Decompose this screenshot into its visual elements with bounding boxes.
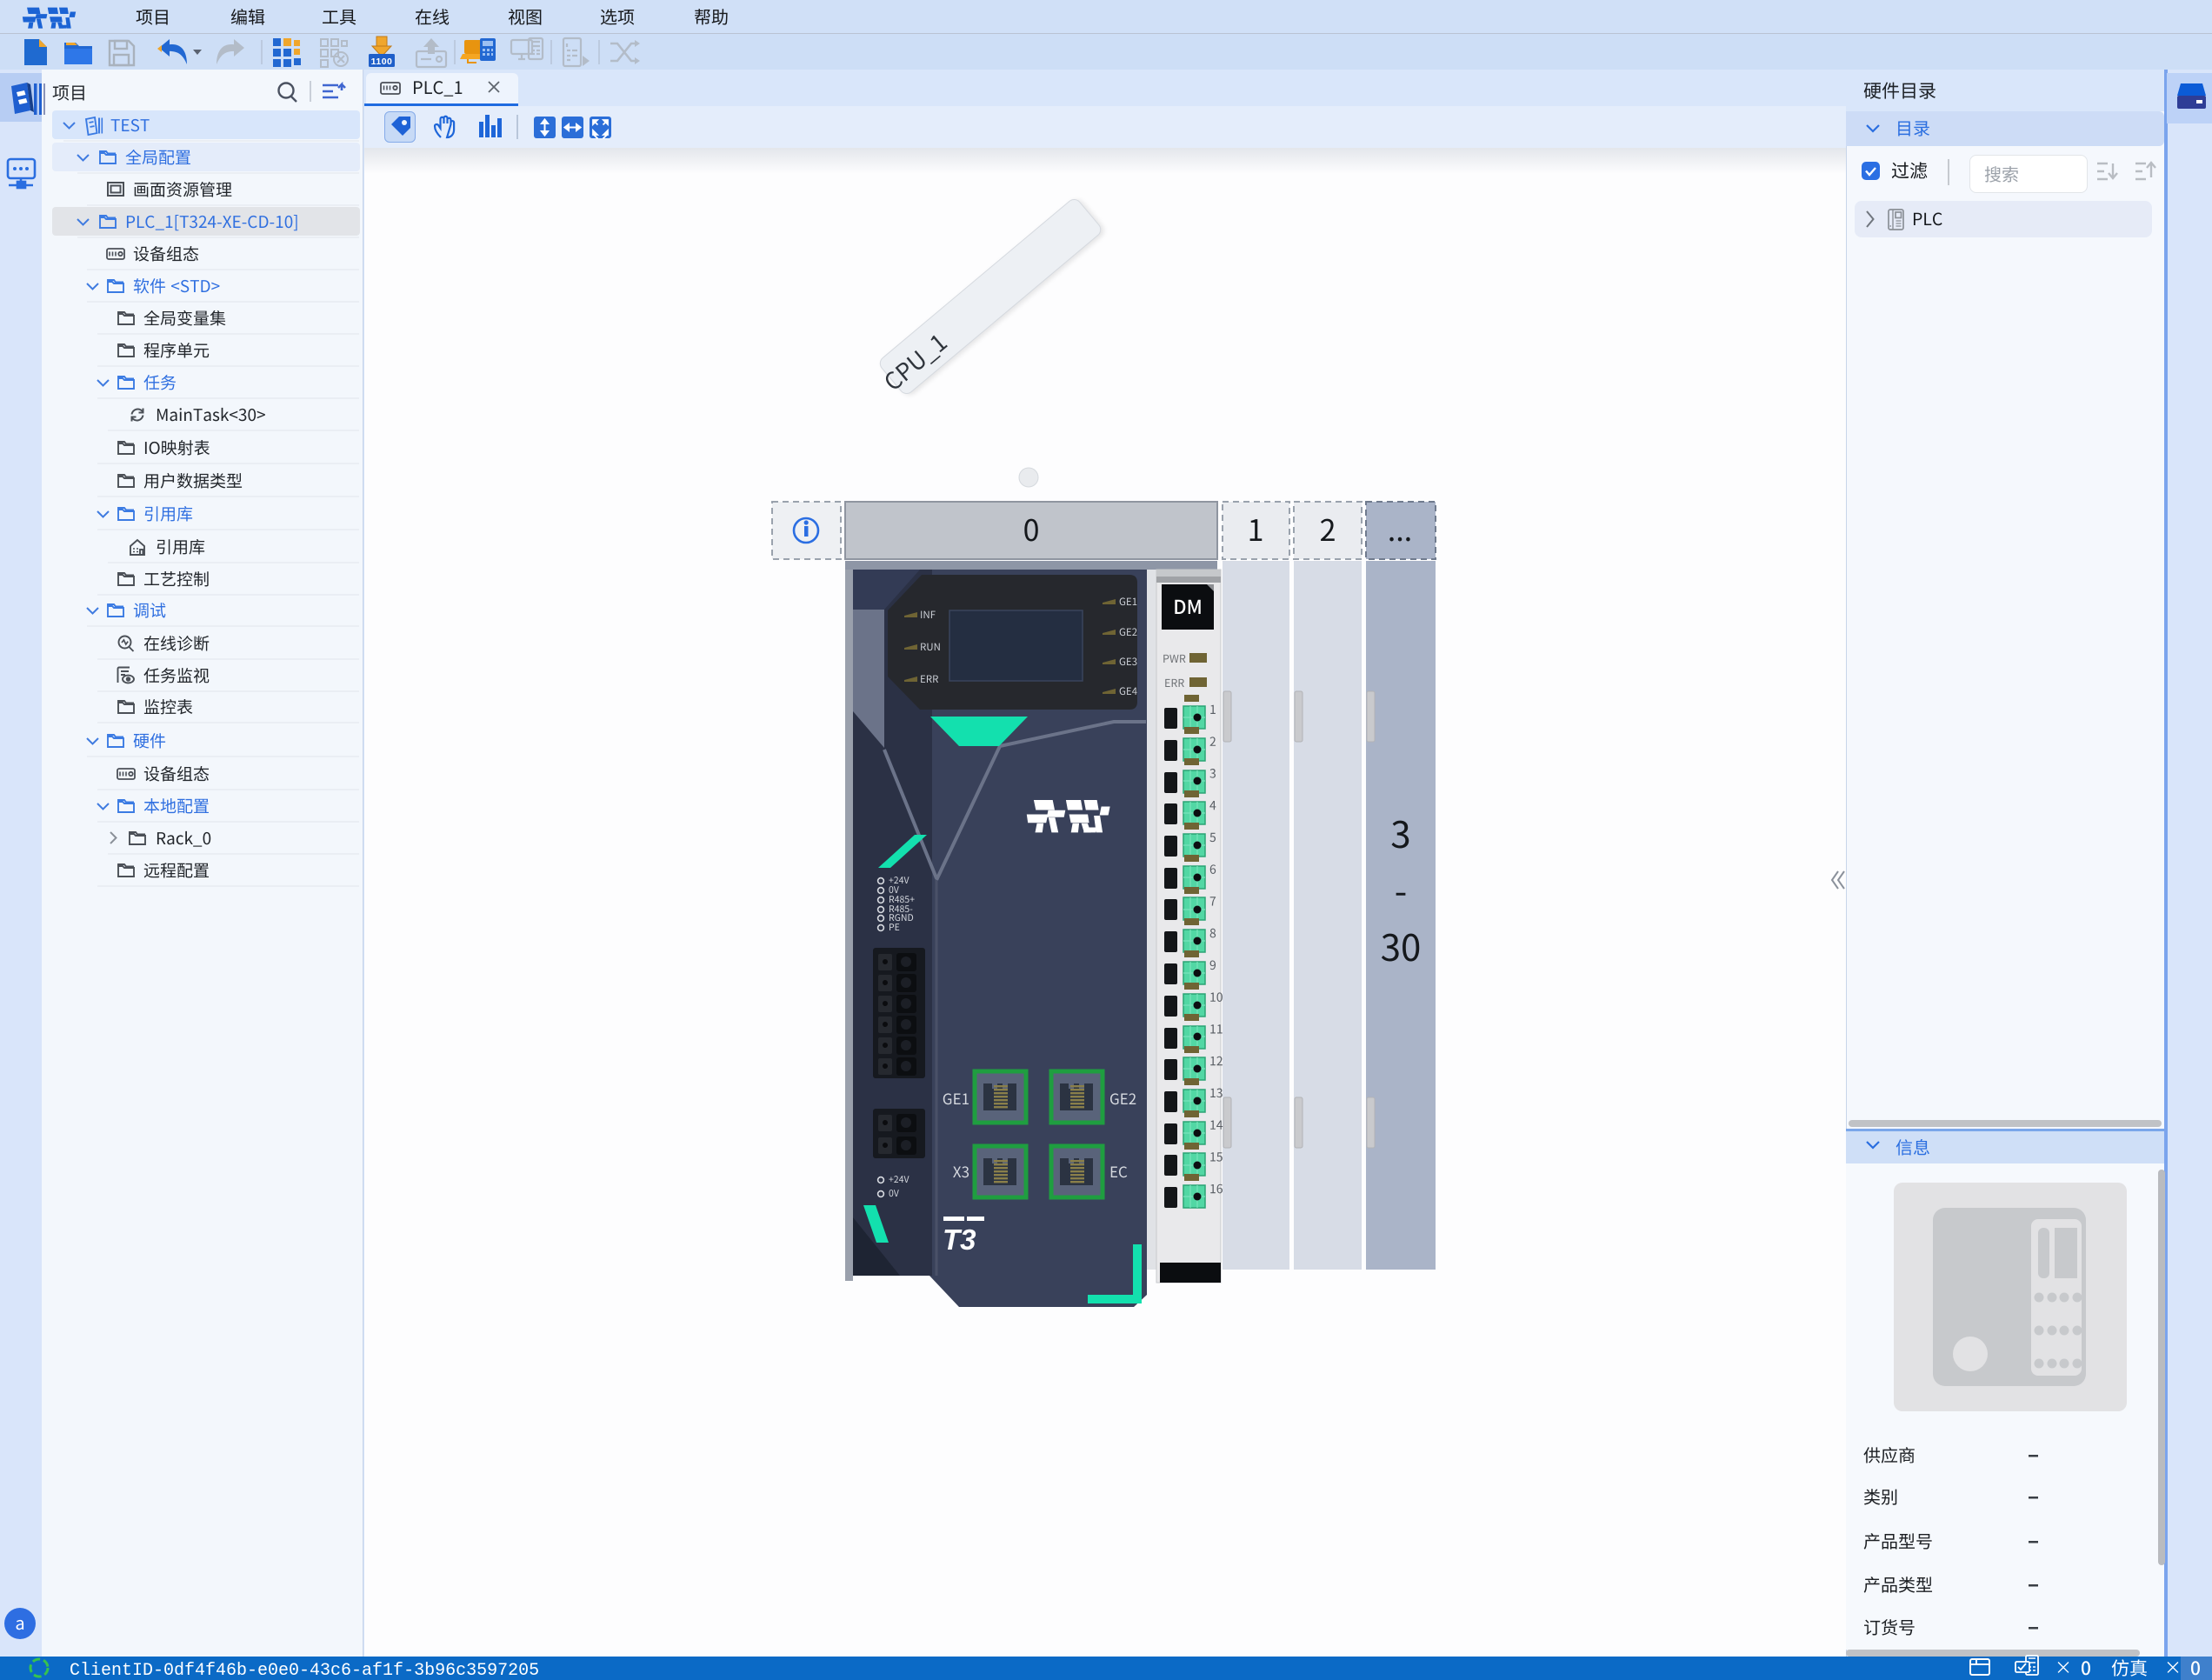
- svg-text:ClientID-0df4f46b-e0e0-43c6-af: ClientID-0df4f46b-e0e0-43c6-af1f-3b96c35…: [70, 1661, 539, 1680]
- svg-text:1100: 1100: [371, 57, 393, 67]
- svg-text:T3: T3: [943, 1223, 976, 1256]
